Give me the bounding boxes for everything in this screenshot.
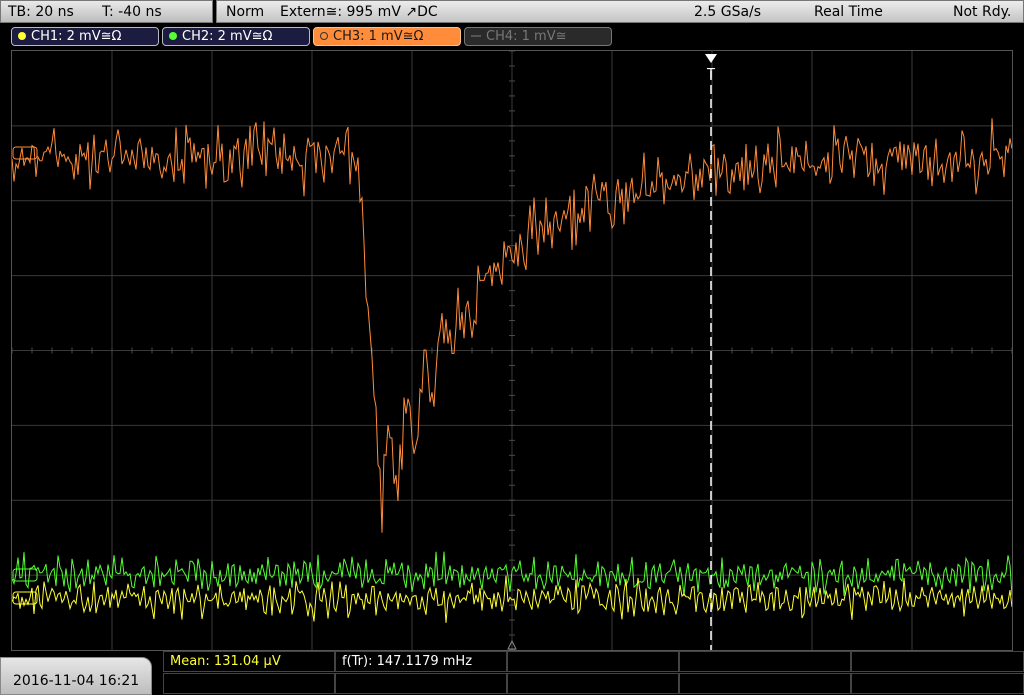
acquisition-mode: Real Time [814,4,883,20]
trigger-mode: Norm [226,4,265,20]
channel-tab-ch3[interactable]: CH3: 1 mV≅Ω [313,27,461,46]
graticule [12,51,1012,650]
mean-measurement[interactable]: Mean: 131.04 µV [163,651,335,672]
ready-state: Not Rdy. [953,4,1012,20]
channel-tab-ch4[interactable]: CH4: 1 mV≅ [464,27,612,46]
measurement-slot-5[interactable] [851,651,1024,672]
measurement-slot-4[interactable] [679,651,851,672]
measurement-slot-8[interactable] [507,673,679,694]
timebase-value: TB: 20 ns [8,4,74,20]
ch2-label: CH2: 2 mV≅Ω [182,29,273,44]
datetime: 2016-11-04 16:21 [13,673,140,689]
ch4-indicator-icon [471,35,481,37]
ch3-label: CH3: 1 mV≅Ω [333,29,424,44]
channel-tab-ch2[interactable]: CH2: 2 mV≅Ω [162,27,310,46]
trigger-panel[interactable]: Norm Extern≅: 995 mV ↗DC 2.5 GSa/s Real … [216,0,1024,23]
measurement-slot-7[interactable] [335,673,507,694]
ch4-label: CH4: 1 mV≅ [486,29,567,44]
measurement-slot-6[interactable] [163,673,335,694]
status-bar: TB: 20 ns T: -40 ns Norm Extern≅: 995 mV… [0,0,1024,24]
waveform-display[interactable]: T [11,50,1013,651]
ch1-label: CH1: 2 mV≅Ω [31,29,122,44]
trigger-time-value: T: -40 ns [102,4,162,20]
ch2-indicator-icon [169,32,177,40]
measurement-slot-10[interactable] [851,673,1024,694]
trigger-arrow-icon[interactable] [705,54,717,63]
trigger-source: Extern≅: 995 mV ↗DC [280,4,438,20]
ch1-indicator-icon [18,32,26,40]
sample-rate: 2.5 GSa/s [694,4,762,20]
trigger-marker-label: T [706,67,715,82]
frequency-measurement[interactable]: f(Tr): 147.1179 mHz [335,651,507,672]
frequency-value: f(Tr): 147.1179 mHz [342,654,473,669]
measurement-slot-9[interactable] [679,673,851,694]
mean-value: Mean: 131.04 µV [170,654,281,669]
waveform-svg: T [12,51,1012,650]
timebase-panel[interactable]: TB: 20 ns T: -40 ns [0,0,213,23]
ch3-level-marker-icon[interactable] [12,146,38,160]
datetime-panel: 2016-11-04 16:21 [0,657,152,695]
measurement-bar: Mean: 131.04 µV f(Tr): 147.1179 mHz [163,651,1024,695]
ch3-indicator-icon [320,32,328,40]
measurement-slot-3[interactable] [507,651,679,672]
channel-tab-ch1[interactable]: CH1: 2 mV≅Ω [11,27,159,46]
